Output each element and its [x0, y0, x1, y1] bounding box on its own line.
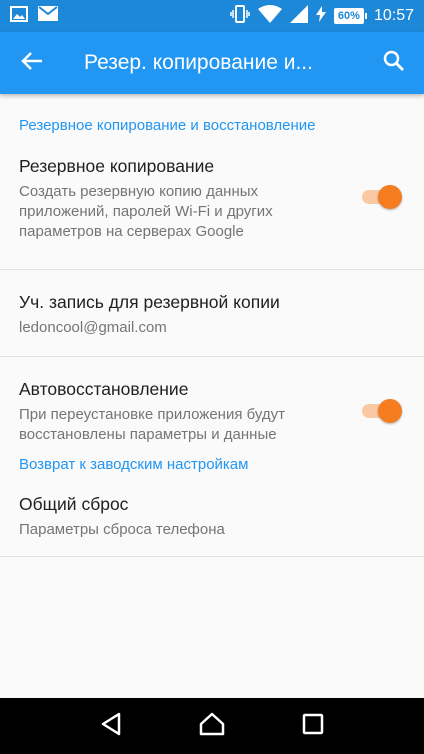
toggle-thumb — [378, 185, 402, 209]
app-bar: Резер. копирование и... — [0, 32, 424, 94]
mail-icon — [38, 6, 58, 26]
pref-title: Уч. запись для резервной копии — [19, 292, 280, 312]
section-header-backup: Резервное копирование и восстановление — [19, 117, 316, 134]
page-title: Резер. копирование и... — [84, 51, 313, 74]
nav-home-button[interactable] — [192, 706, 232, 746]
battery-indicator: 60% — [333, 8, 367, 24]
backup-toggle[interactable] — [360, 184, 402, 210]
status-time: 10:57 — [373, 7, 414, 24]
pref-title: Резервное копирование — [19, 156, 215, 176]
recents-icon — [302, 713, 324, 740]
navigation-bar — [0, 698, 424, 754]
auto-restore-toggle[interactable] — [360, 398, 402, 424]
pref-title: Автовосстановление — [19, 379, 189, 399]
pref-auto-restore[interactable]: Автовосстановление При переустановке при… — [0, 357, 424, 457]
pref-summary: При переустановке приложения будут восст… — [19, 406, 286, 443]
image-icon — [10, 5, 28, 27]
vibrate-icon — [230, 4, 250, 28]
pref-backup-account[interactable]: Уч. запись для резервной копии ledoncool… — [0, 270, 424, 356]
charging-icon — [315, 5, 326, 27]
back-button[interactable] — [0, 32, 64, 94]
toggle-thumb — [378, 399, 402, 423]
arrow-back-icon — [21, 51, 43, 76]
pref-backup[interactable]: Резервное копирование Создать резервную … — [0, 134, 424, 269]
signal-icon — [289, 4, 308, 28]
search-button[interactable] — [364, 32, 424, 94]
home-icon — [199, 712, 225, 741]
search-icon — [383, 50, 405, 77]
section-header-factory-reset: Возврат к заводским настройкам — [19, 456, 249, 473]
pref-summary: Параметры сброса телефона — [19, 521, 225, 538]
pref-title: Общий сброс — [19, 494, 129, 514]
settings-list: Резервное копирование и восстановление Р… — [0, 94, 424, 698]
pref-summary: Создать резервную копию данных приложени… — [19, 183, 273, 240]
divider — [0, 556, 424, 557]
wifi-icon — [257, 4, 282, 28]
back-triangle-icon — [100, 712, 122, 741]
pref-factory-reset[interactable]: Общий сброс Параметры сброса телефона — [0, 473, 424, 556]
status-bar: 60% 10:57 — [0, 0, 424, 32]
nav-back-button[interactable] — [91, 706, 131, 746]
nav-recents-button[interactable] — [293, 706, 333, 746]
pref-summary: ledoncool@gmail.com — [19, 319, 167, 336]
